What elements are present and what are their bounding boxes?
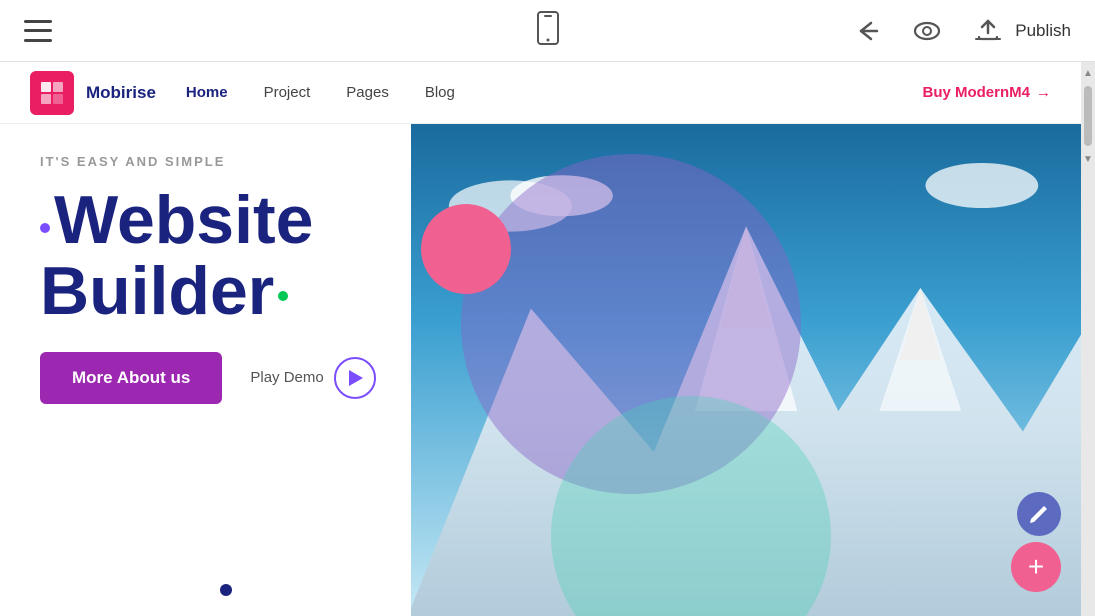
add-icon: +: [1028, 553, 1044, 581]
hero-actions: More About us Play Demo: [40, 352, 470, 404]
nav-item-pages[interactable]: Pages: [346, 84, 389, 101]
site-nav: Home Project Pages Blog: [186, 84, 455, 101]
hero-background: [411, 124, 1081, 616]
menu-icon[interactable]: [24, 20, 52, 42]
play-circle-icon: [334, 357, 376, 399]
preview-area: Mobirise Home Project Pages Blog Buy Mod…: [0, 62, 1081, 616]
scrollbar[interactable]: ▲ ▼: [1081, 62, 1095, 616]
buy-cta-label: Buy ModernM4: [922, 84, 1030, 101]
publish-button[interactable]: Publish: [971, 11, 1071, 50]
hero-title-line1: Website: [54, 182, 313, 258]
play-demo-label: Play Demo: [250, 369, 323, 386]
more-about-us-button[interactable]: More About us: [40, 352, 222, 404]
slide-dot-indicator: [220, 584, 232, 596]
buy-cta-button[interactable]: Buy ModernM4 →: [922, 84, 1051, 101]
hero-section: IT'S EASY AND SIMPLE Website Builder Mor…: [0, 124, 1081, 616]
preview-icon[interactable]: [911, 15, 943, 47]
hero-tagline: IT'S EASY AND SIMPLE: [40, 154, 470, 169]
toolbar: Publish: [0, 0, 1095, 62]
scroll-thumb[interactable]: [1084, 86, 1092, 146]
nav-item-blog[interactable]: Blog: [425, 84, 455, 101]
site-logo-icon: [30, 71, 74, 115]
play-demo-button[interactable]: Play Demo: [250, 357, 375, 399]
site-brand: Mobirise: [86, 83, 156, 103]
hero-content: IT'S EASY AND SIMPLE Website Builder Mor…: [40, 154, 470, 404]
nav-item-project[interactable]: Project: [264, 84, 311, 101]
site-navbar: Mobirise Home Project Pages Blog Buy Mod…: [0, 62, 1081, 124]
site-logo-wrap: Mobirise: [30, 71, 156, 115]
scroll-up-arrow[interactable]: ▲: [1081, 64, 1095, 82]
nav-item-home[interactable]: Home: [186, 84, 228, 101]
play-triangle-icon: [349, 370, 363, 386]
publish-label: Publish: [1015, 21, 1071, 41]
main-area: Mobirise Home Project Pages Blog Buy Mod…: [0, 62, 1095, 616]
back-icon[interactable]: [851, 15, 883, 47]
buy-cta-arrow: →: [1036, 84, 1051, 101]
hero-title: Website Builder: [40, 185, 470, 328]
hero-green-dot: [278, 291, 288, 301]
add-fab-button[interactable]: +: [1011, 542, 1061, 592]
hero-title-purple-dot: [40, 223, 50, 233]
hero-title-line2: Builder: [40, 253, 274, 329]
upload-icon: [971, 11, 1005, 50]
edit-fab-button[interactable]: [1017, 492, 1061, 536]
phone-view-icon[interactable]: [530, 10, 566, 51]
scroll-down-arrow[interactable]: ▼: [1081, 150, 1095, 168]
